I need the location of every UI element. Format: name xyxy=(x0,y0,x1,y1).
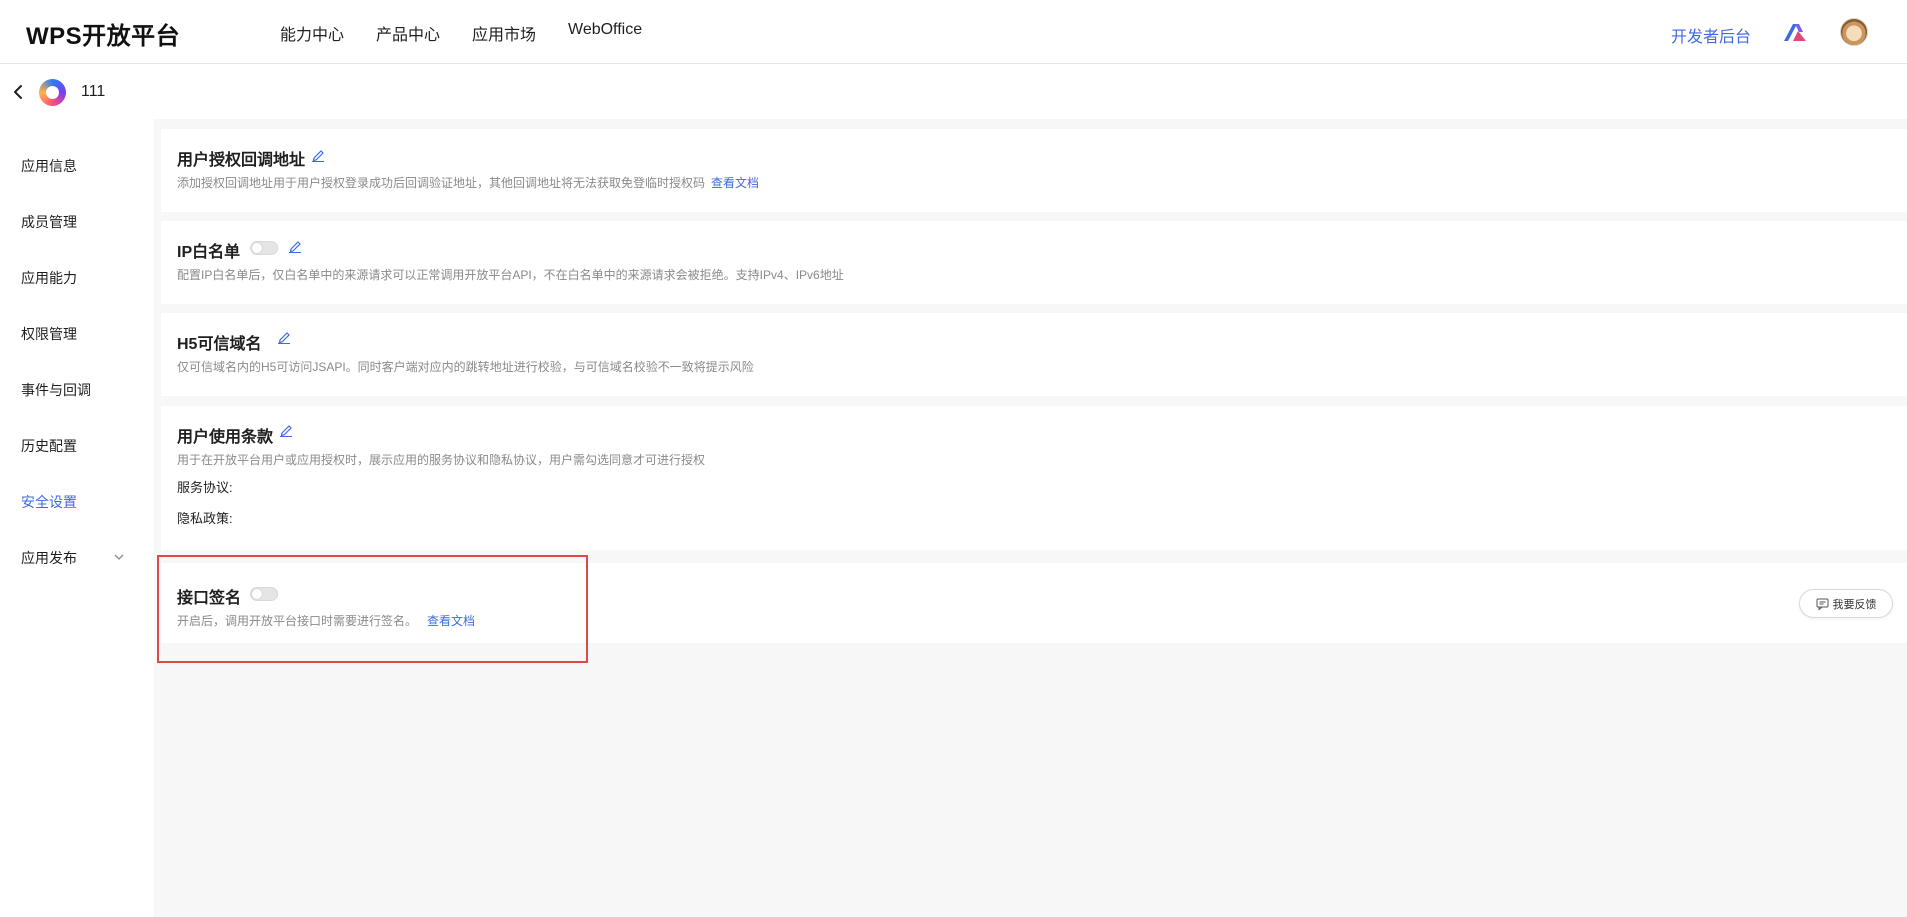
sidebar-item-publish[interactable]: 应用发布 xyxy=(21,548,77,568)
ip-whitelist-toggle[interactable] xyxy=(250,241,278,255)
privacy-policy-label: 隐私政策: xyxy=(177,511,233,526)
brand-logo[interactable]: WPS开放平台 xyxy=(26,16,180,51)
app-logo-icon xyxy=(39,79,66,106)
sidebar-item-members[interactable]: 成员管理 xyxy=(21,212,77,232)
oauth-desc-text: 添加授权回调地址用于用户授权登录成功后回调验证地址，其他回调地址将无法获取免登临… xyxy=(177,176,706,190)
app-header: 111 xyxy=(0,65,1907,119)
feedback-button[interactable]: 我要反馈 xyxy=(1799,589,1893,618)
h5-domain-description: 仅可信域名内的H5可访问JSAPI。同时客户端对应内的跳转地址进行校验，与可信域… xyxy=(177,360,754,374)
user-terms-title: 用户使用条款 xyxy=(177,429,274,446)
feedback-icon xyxy=(1816,598,1828,610)
highlight-annotation xyxy=(157,555,588,663)
user-terms-card: 用户使用条款 用于在开放平台用户或应用授权时，展示应用的服务协议和隐私协议，用户… xyxy=(161,406,1907,550)
edit-icon[interactable] xyxy=(311,148,325,162)
ip-whitelist-title: IP白名单 xyxy=(177,244,241,261)
h5-domain-card: H5可信域名 仅可信域名内的H5可访问JSAPI。同时客户端对应内的跳转地址进行… xyxy=(161,313,1907,396)
oauth-callback-description: 添加授权回调地址用于用户授权登录成功后回调验证地址，其他回调地址将无法获取免登临… xyxy=(177,174,759,191)
sidebar-item-events[interactable]: 事件与回调 xyxy=(21,380,91,400)
oauth-callback-card: 用户授权回调地址 添加授权回调地址用于用户授权登录成功后回调验证地址，其他回调地… xyxy=(161,129,1907,212)
user-terms-description: 用于在开放平台用户或应用授权时，展示应用的服务协议和隐私协议，用户需勾选同意才可… xyxy=(177,453,706,467)
user-avatar[interactable] xyxy=(1840,18,1868,46)
top-navigation: WPS开放平台 能力中心 产品中心 应用市场 WebOffice 开发者后台 xyxy=(0,0,1907,64)
chevron-down-icon[interactable] xyxy=(113,551,125,563)
edit-icon[interactable] xyxy=(277,330,291,344)
h5-domain-title: H5可信域名 xyxy=(177,336,262,353)
feedback-label: 我要反馈 xyxy=(1832,598,1877,611)
sidebar-item-permissions[interactable]: 权限管理 xyxy=(21,324,77,344)
developer-console-link[interactable]: 开发者后台 xyxy=(1671,23,1751,47)
ip-whitelist-card: IP白名单 配置IP白名单后，仅白名单中的来源请求可以正常调用开放平台API，不… xyxy=(161,221,1907,304)
nav-item-capability[interactable]: 能力中心 xyxy=(280,21,344,45)
nav-item-products[interactable]: 产品中心 xyxy=(376,21,440,45)
edit-icon[interactable] xyxy=(288,239,302,253)
view-docs-link[interactable]: 查看文档 xyxy=(711,176,759,190)
back-arrow-icon[interactable] xyxy=(10,82,26,102)
sidebar: 应用信息 成员管理 应用能力 权限管理 事件与回调 历史配置 安全设置 应用发布 xyxy=(0,119,154,917)
main-content: 用户授权回调地址 添加授权回调地址用于用户授权登录成功后回调验证地址，其他回调地… xyxy=(154,119,1907,917)
product-logo-icon[interactable] xyxy=(1782,21,1808,43)
nav-item-market[interactable]: 应用市场 xyxy=(472,21,536,45)
edit-icon[interactable] xyxy=(279,423,293,437)
nav-item-weboffice[interactable]: WebOffice xyxy=(568,21,642,39)
service-agreement-label: 服务协议: xyxy=(177,480,233,495)
sidebar-item-history[interactable]: 历史配置 xyxy=(21,436,77,456)
app-name: 111 xyxy=(81,83,106,100)
ip-whitelist-description: 配置IP白名单后，仅白名单中的来源请求可以正常调用开放平台API，不在白名单中的… xyxy=(177,268,844,282)
sidebar-item-capabilities[interactable]: 应用能力 xyxy=(21,268,77,288)
oauth-callback-title: 用户授权回调地址 xyxy=(177,152,306,169)
sidebar-item-app-info[interactable]: 应用信息 xyxy=(21,156,77,176)
sidebar-item-security[interactable]: 安全设置 xyxy=(21,492,77,512)
